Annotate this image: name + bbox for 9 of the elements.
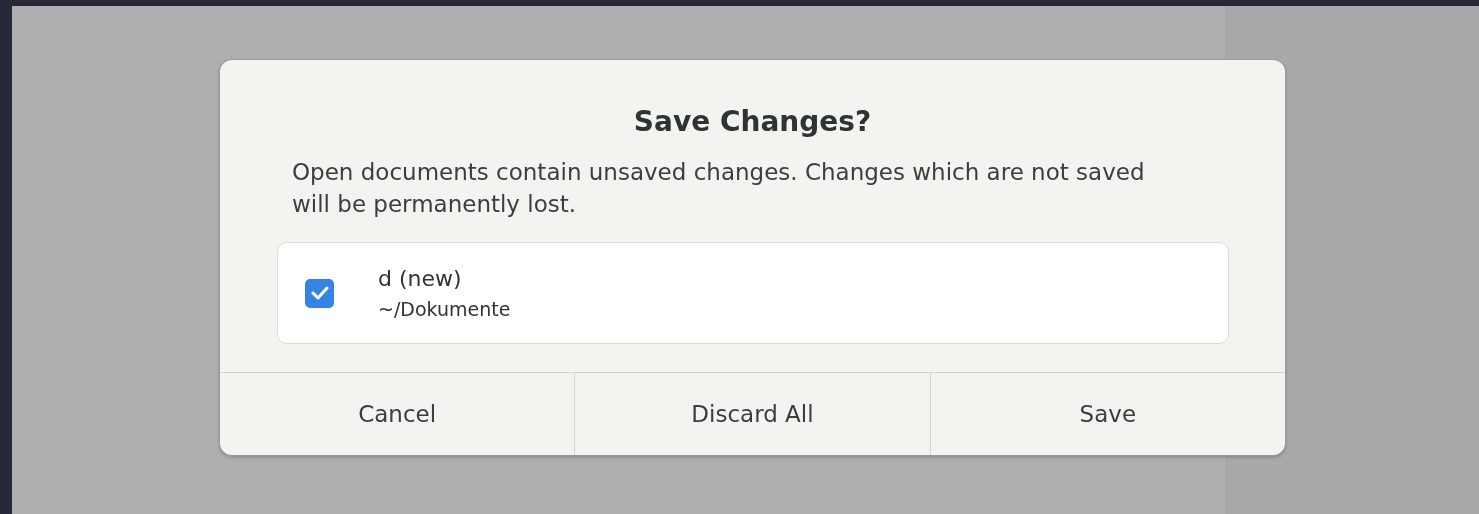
document-path: ~/Dokumente bbox=[378, 297, 511, 321]
document-name: d (new) bbox=[378, 265, 463, 293]
dialog-message: Open documents contain unsaved changes. Changes which are not saved will be permanently lost. bbox=[292, 158, 1146, 219]
checkbox[interactable] bbox=[305, 278, 334, 308]
dialog-button[interactable]: Discard All bbox=[575, 373, 931, 455]
dialog-title: Save Changes? bbox=[632, 104, 873, 140]
check-icon bbox=[310, 286, 329, 300]
dialog-button[interactable]: Save bbox=[930, 373, 1285, 455]
dialog-button[interactable]: Cancel bbox=[220, 373, 576, 455]
